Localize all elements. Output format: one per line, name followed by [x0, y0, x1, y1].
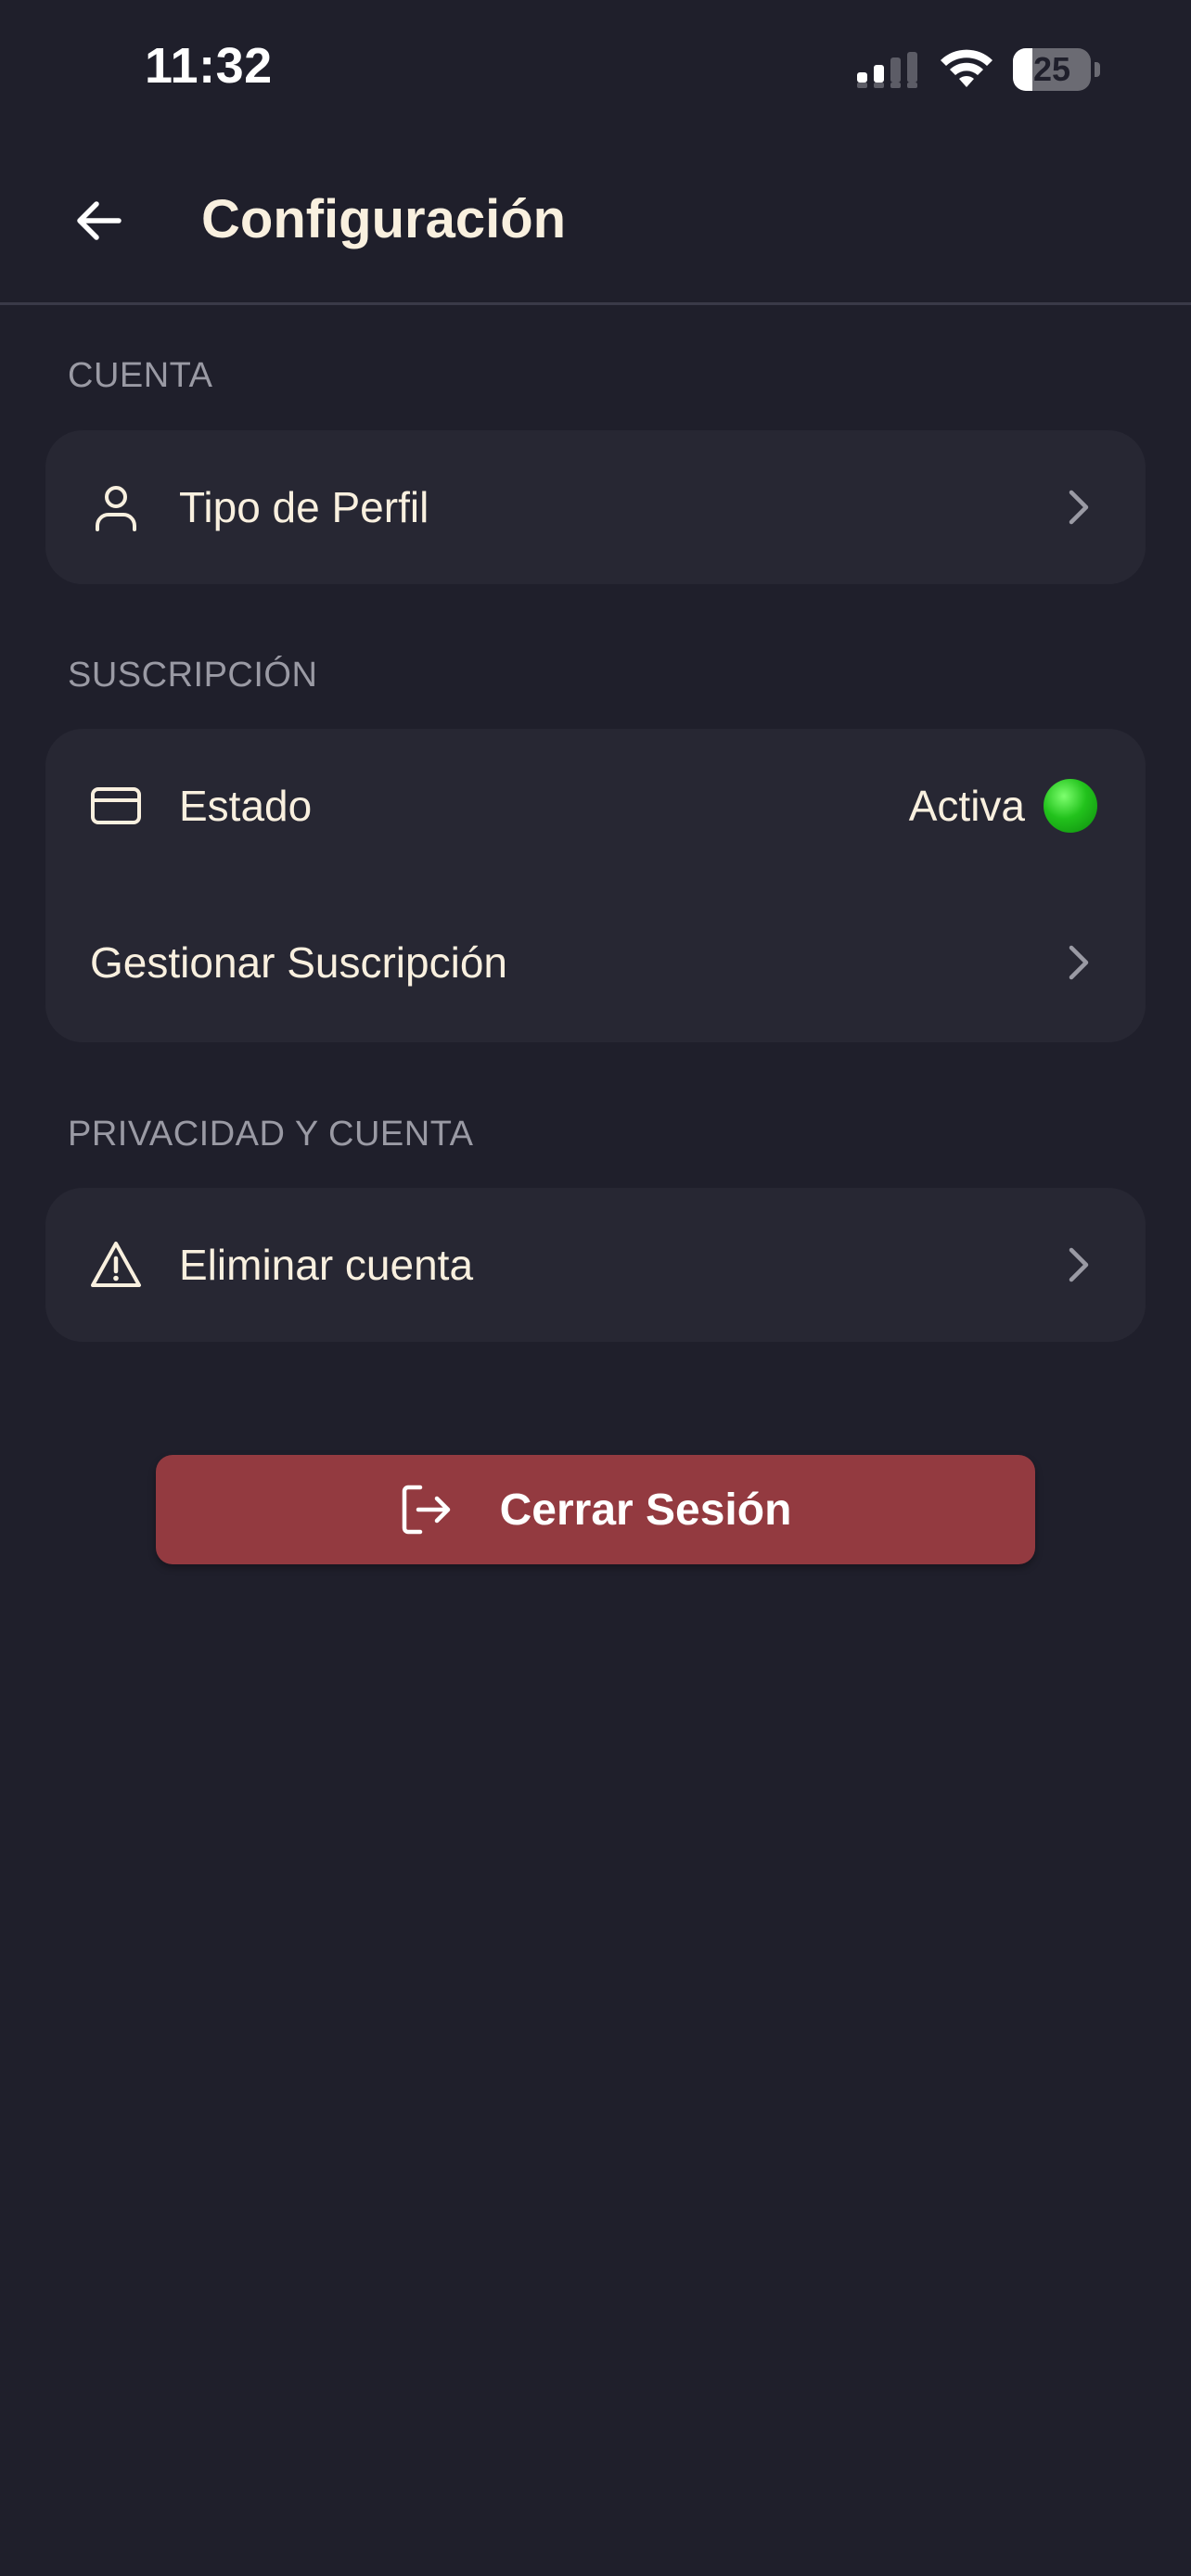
manage-subscription-label: Gestionar Suscripción [90, 938, 507, 987]
profile-type-row[interactable]: Tipo de Perfil [45, 430, 1146, 584]
privacy-card: Eliminar cuenta [45, 1188, 1146, 1342]
profile-type-label: Tipo de Perfil [179, 483, 429, 531]
arrow-left-icon [77, 201, 122, 240]
cellular-signal-icon [857, 52, 917, 88]
status-bar: 11:32 25 [0, 0, 1191, 139]
section-label-subscription: SUSCRIPCIÓN [68, 656, 318, 695]
chevron-right-icon [1069, 1247, 1089, 1282]
battery-icon: 25 [1013, 48, 1102, 91]
chevron-right-icon [1069, 490, 1089, 525]
section-label-privacy: PRIVACIDAD Y CUENTA [68, 1115, 474, 1154]
subscription-status-row: Estado Activa [45, 729, 1146, 883]
manage-subscription-row[interactable]: Gestionar Suscripción [45, 883, 1146, 1042]
battery-level: 25 [1032, 50, 1071, 88]
user-icon [96, 486, 136, 531]
wifi-icon [941, 49, 992, 87]
header: Configuración [0, 139, 1191, 305]
warning-triangle-icon [91, 1242, 141, 1287]
credit-card-icon [91, 787, 141, 824]
logout-icon [402, 1485, 450, 1535]
delete-account-label: Eliminar cuenta [179, 1241, 474, 1289]
account-card: Tipo de Perfil [45, 430, 1146, 584]
subscription-status-value: Activa [908, 782, 1025, 830]
page-title: Configuración [201, 189, 567, 249]
logout-label: Cerrar Sesión [499, 1485, 792, 1535]
back-button[interactable] [61, 184, 135, 258]
subscription-status-label: Estado [179, 782, 313, 830]
status-indicator-dot [1044, 779, 1097, 833]
logout-button[interactable]: Cerrar Sesión [156, 1455, 1035, 1564]
section-label-account: CUENTA [68, 356, 213, 395]
chevron-right-icon [1069, 945, 1089, 980]
delete-account-row[interactable]: Eliminar cuenta [45, 1188, 1146, 1342]
status-time: 11:32 [145, 38, 273, 94]
subscription-card: Estado Activa Gestionar Suscripción [45, 729, 1146, 1042]
